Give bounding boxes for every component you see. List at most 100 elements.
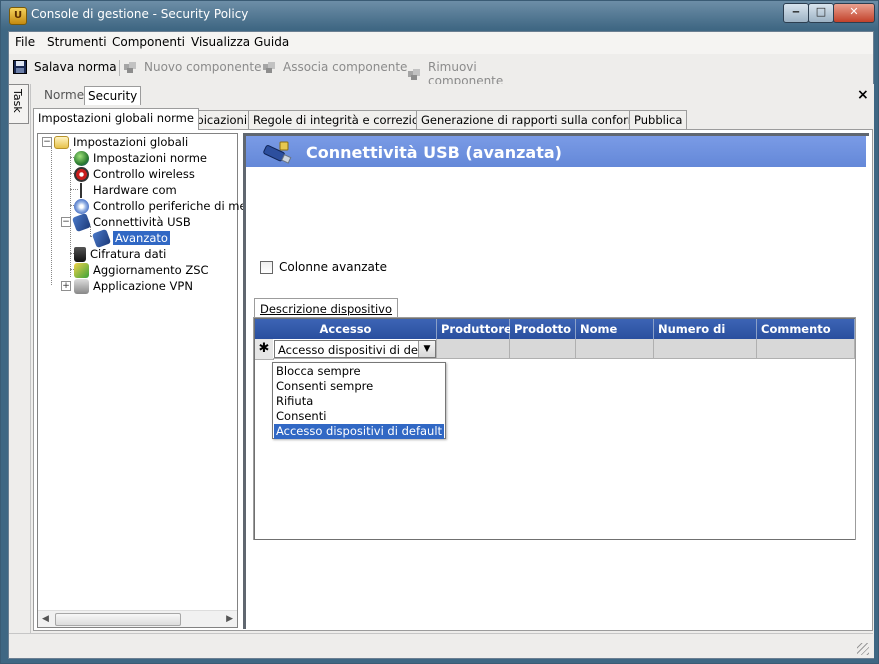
tree-node-hardware-com[interactable]: Hardware com	[74, 182, 177, 198]
chevron-down-icon[interactable]: ▼	[418, 341, 435, 357]
option-default-access[interactable]: Accesso dispositivi di default	[274, 424, 444, 439]
scroll-left-icon[interactable]: ◀	[42, 614, 49, 624]
scroll-thumb[interactable]	[55, 613, 181, 626]
component-remove-icon	[407, 67, 421, 81]
vpn-icon	[74, 278, 89, 294]
grid-cell-manufacturer[interactable]	[437, 339, 510, 359]
tree-node-wireless-control[interactable]: Controllo wireless	[74, 166, 195, 182]
menu-guida[interactable]: Guida	[254, 35, 289, 49]
update-icon	[74, 262, 89, 278]
option-deny[interactable]: Rifiuta	[274, 394, 444, 409]
tree-expand-vpn[interactable]: +	[61, 281, 71, 291]
option-always-allow[interactable]: Consenti sempre	[274, 379, 444, 394]
component-new-icon	[123, 60, 137, 74]
panel-title: Connettività USB (avanzata)	[306, 143, 562, 162]
associate-component-label: Associa componente	[283, 60, 408, 74]
tree-node-zsc-update[interactable]: Aggiornamento ZSC	[74, 262, 209, 278]
client-area: File Strumenti Componenti Visualizza Gui…	[8, 31, 874, 659]
tab-device-description[interactable]: Descrizione dispositivo	[254, 298, 399, 319]
menu-componenti[interactable]: Componenti	[112, 35, 185, 49]
tree-node-label: Impostazioni globali	[73, 135, 189, 149]
tree-node-label: Hardware com	[93, 183, 177, 197]
tree-node-storage-devices[interactable]: Controllo periferiche di me	[74, 198, 247, 214]
tree-collapse-usb[interactable]: −	[61, 217, 71, 227]
title-bar[interactable]: U Console di gestione - Security Policy …	[1, 1, 878, 31]
tree-node-label: Applicazione VPN	[93, 279, 193, 293]
window-title: Console di gestione - Security Policy	[31, 7, 249, 21]
menu-file[interactable]: File	[15, 35, 35, 49]
task-tab-label: Task	[11, 89, 24, 113]
tab-publish[interactable]: Pubblica	[629, 110, 688, 129]
grid-cell-comment[interactable]	[757, 339, 855, 359]
tree-node-label: Aggiornamento ZSC	[93, 263, 209, 277]
menu-bar: File Strumenti Componenti Visualizza Gui…	[9, 32, 873, 54]
tab-content: − Impostazioni globali Impostazioni norm…	[33, 129, 873, 631]
tree-collapse-root[interactable]: −	[42, 137, 52, 147]
close-icon: ✕	[849, 5, 859, 18]
maximize-button[interactable]: □	[808, 3, 834, 23]
component-associate-icon	[262, 60, 276, 74]
task-side-tab[interactable]: Task	[9, 84, 29, 124]
column-header-short-name[interactable]: Nome breve	[576, 319, 654, 356]
option-allow[interactable]: Consenti	[274, 409, 444, 424]
status-bar	[9, 633, 873, 658]
advanced-columns-label: Colonne avanzate	[279, 260, 387, 274]
tree-node-data-encryption[interactable]: Cifratura dati	[74, 246, 166, 262]
app-icon: U	[9, 7, 27, 25]
tree-node-global-settings[interactable]: Impostazioni globali	[54, 134, 188, 150]
option-always-block[interactable]: Blocca sempre	[274, 364, 444, 379]
new-component-button[interactable]: Nuovo componente	[123, 60, 261, 74]
column-header-comment[interactable]: Commento	[757, 319, 855, 339]
tree-horizontal-scrollbar[interactable]: ◀ ▶	[38, 610, 237, 627]
grid-cell-product[interactable]	[510, 339, 576, 359]
access-combobox-value: Accesso dispositivi di defau	[278, 343, 418, 357]
tab-compliance-reports[interactable]: Generazione di rapporti sulla conformità	[416, 110, 659, 129]
save-policy-button[interactable]: Salava norma	[13, 60, 117, 74]
toolbar-separator	[119, 60, 120, 76]
scroll-right-icon[interactable]: ▶	[226, 614, 233, 624]
folder-open-icon	[54, 135, 69, 149]
close-pane-icon[interactable]: ×	[857, 87, 869, 103]
usb-drive-icon	[260, 140, 292, 166]
column-header-product[interactable]: Prodotto	[510, 319, 576, 339]
resize-grip[interactable]	[857, 643, 869, 655]
tree-node-label: Controllo wireless	[93, 167, 195, 181]
column-header-serial-number[interactable]: Numero di serie	[654, 319, 757, 356]
settings-tree: − Impostazioni globali Impostazioni norm…	[37, 133, 247, 628]
tree-node-label: Avanzato	[113, 231, 170, 245]
detail-panel: Connettività USB (avanzata) Colonne avan…	[243, 133, 869, 629]
grid-cell-serial-number[interactable]	[654, 339, 757, 359]
tab-security-policy[interactable]: Security Policy	[84, 86, 142, 121]
tree-node-label: Connettività USB	[93, 215, 191, 229]
tree-node-policy-settings[interactable]: Impostazioni norme	[74, 150, 207, 166]
tree-node-label: Cifratura dati	[90, 247, 167, 261]
tree-node-label: Impostazioni norme	[93, 151, 208, 165]
menu-strumenti[interactable]: Strumenti	[47, 35, 107, 49]
tab-integrity-rules[interactable]: Regole di integrità e correzione	[248, 110, 439, 129]
new-row-marker[interactable]: ✱	[255, 339, 274, 360]
advanced-columns-option[interactable]: Colonne avanzate	[260, 260, 387, 274]
associate-component-button[interactable]: Associa componente	[262, 60, 407, 74]
menu-visualizza[interactable]: Visualizza	[191, 35, 250, 49]
tree-node-advanced[interactable]: Avanzato	[91, 228, 170, 248]
close-button[interactable]: ✕	[833, 3, 875, 23]
grid-cell-short-name[interactable]	[576, 339, 654, 359]
column-header-access[interactable]: Accesso	[255, 319, 437, 339]
usb-drive-icon	[71, 212, 92, 232]
toolbar: Salava norma Nuovo componente Associa co…	[9, 55, 549, 88]
tree-node-vpn[interactable]: Applicazione VPN	[74, 278, 193, 294]
tree-node-label: Controllo periferiche di me	[93, 199, 247, 213]
section-tabs: Impostazioni globali norme Ubicazioni Re…	[31, 108, 874, 130]
column-header-manufacturer[interactable]: Produttore	[437, 319, 512, 339]
floppy-disk-icon	[13, 60, 27, 74]
tree-node-usb-connectivity[interactable]: Connettività USB	[71, 212, 191, 232]
globe-icon	[74, 150, 89, 166]
access-combobox[interactable]: Accesso dispositivi di defau ▼	[274, 340, 436, 358]
tab-global-settings[interactable]: Impostazioni globali norme	[33, 108, 199, 130]
tab-norme[interactable]: Norme	[41, 86, 87, 104]
new-component-label: Nuovo componente	[144, 60, 262, 74]
usb-drive-icon	[91, 228, 112, 248]
advanced-columns-checkbox[interactable]	[260, 260, 273, 274]
minimize-button[interactable]: ‒	[783, 3, 809, 23]
device-grid-container: Accesso Produttore Prodotto Nome breve N…	[253, 317, 856, 540]
